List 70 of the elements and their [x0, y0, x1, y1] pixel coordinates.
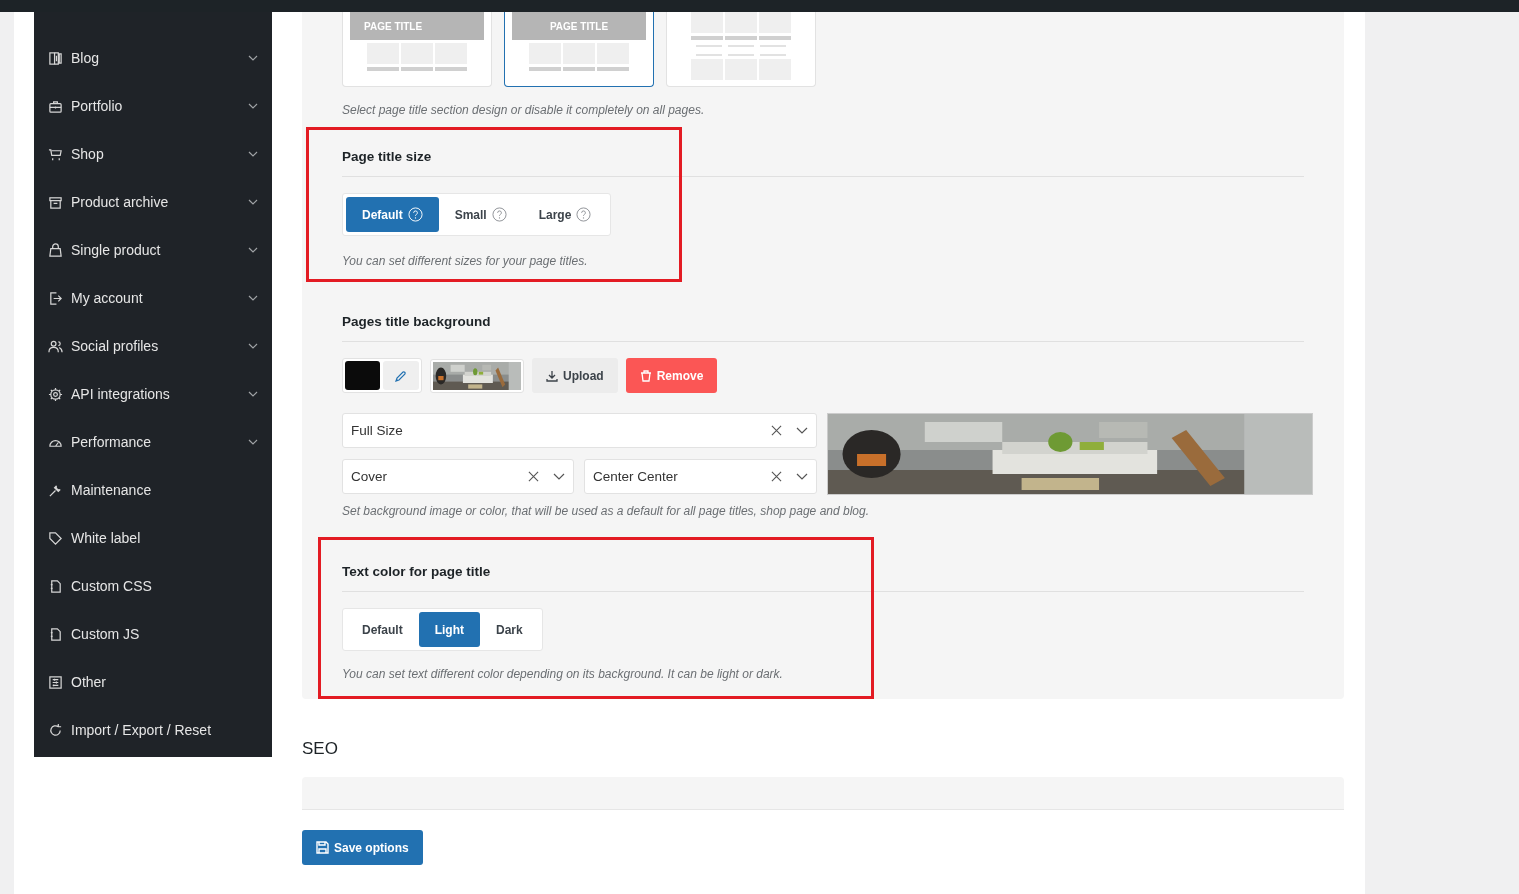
option-button[interactable]: Default [346, 612, 419, 647]
sidebar-item[interactable]: Shop [34, 130, 272, 178]
select-field[interactable]: Center Center [584, 459, 817, 494]
upload-button[interactable]: Upload [532, 358, 618, 393]
blog-icon [48, 50, 63, 66]
download-icon [546, 369, 558, 382]
page-title-label: PAGE TITLE [350, 12, 484, 40]
sidebar-item[interactable]: My account [34, 274, 272, 322]
sidebar-item[interactable]: Portfolio [34, 82, 272, 130]
option-button[interactable]: Small [438, 197, 523, 232]
select-field[interactable]: Cover [342, 459, 574, 494]
chevron-icon [248, 295, 258, 301]
chevron-icon [248, 103, 258, 109]
clear-icon [771, 471, 782, 482]
briefcase-icon [48, 98, 63, 114]
refresh-icon [48, 722, 63, 738]
sidebar-item[interactable]: Import / Export / Reset [34, 706, 272, 754]
sidebar-item[interactable]: API integrations [34, 370, 272, 418]
gear-icon [48, 386, 63, 402]
clear-icon [771, 425, 782, 436]
sidebar-item[interactable]: Custom CSS [34, 562, 272, 610]
select-field[interactable]: Full Size [342, 413, 817, 448]
chevron-icon [248, 199, 258, 205]
option-button[interactable]: Default [346, 197, 439, 232]
archive-icon [48, 194, 63, 210]
section-heading: Pages title background [342, 310, 1304, 342]
file-icon [48, 626, 63, 642]
sidebar-item[interactable]: Maintenance [34, 466, 272, 514]
sidebar-item[interactable]: Social profiles [34, 322, 272, 370]
save-button[interactable]: Save options [302, 830, 423, 865]
option-button[interactable]: Large [522, 197, 608, 232]
trash-icon [639, 369, 652, 382]
layout-option-card[interactable] [666, 12, 816, 87]
sidebar-item[interactable]: Performance [34, 418, 272, 466]
option-button[interactable]: Light [418, 612, 480, 647]
sidebar-item[interactable]: Other [34, 658, 272, 706]
help-text: You can set different sizes for your page titles. [342, 254, 589, 268]
sliders-icon [48, 674, 63, 690]
sidebar-item[interactable]: White label [34, 514, 272, 562]
bag-icon [48, 242, 63, 258]
clear-icon [528, 471, 539, 482]
chevron-icon [248, 151, 258, 157]
people-icon [48, 338, 63, 354]
sidebar-item[interactable]: Product archive [34, 178, 272, 226]
help-text: Select page title section design or disable it completely on all pages. [342, 103, 706, 117]
page-title-label: PAGE TITLE [512, 12, 646, 40]
help-text: You can set text different color depending on its background. It can be light or dark. [342, 667, 784, 681]
tag-icon [48, 530, 63, 546]
cart-icon [48, 146, 63, 162]
chevron-icon [248, 55, 258, 61]
chevron-icon [248, 439, 258, 445]
sidebar-item[interactable]: Blog [34, 34, 272, 82]
chevron-icon [796, 427, 808, 434]
file-icon [48, 578, 63, 594]
sidebar-item[interactable]: Single product [34, 226, 272, 274]
section-heading: Text color for page title [342, 560, 1304, 592]
chevron-icon [248, 391, 258, 397]
chevron-icon [796, 473, 808, 480]
chevron-icon [248, 343, 258, 349]
sidebar-item[interactable]: Custom JS [34, 610, 272, 658]
option-button[interactable]: Dark [480, 612, 539, 647]
chevron-icon [248, 247, 258, 253]
color-picker[interactable] [342, 358, 422, 393]
eyedropper-icon [394, 368, 408, 383]
login-icon [48, 290, 63, 306]
section-heading: SEO [302, 739, 339, 759]
chevron-icon [553, 473, 565, 480]
help-text: Set background image or color, that will be used as a default for all page titles, shop page and blog. [342, 504, 870, 518]
save-icon [316, 841, 329, 854]
section-heading: Page title size [342, 145, 1304, 177]
